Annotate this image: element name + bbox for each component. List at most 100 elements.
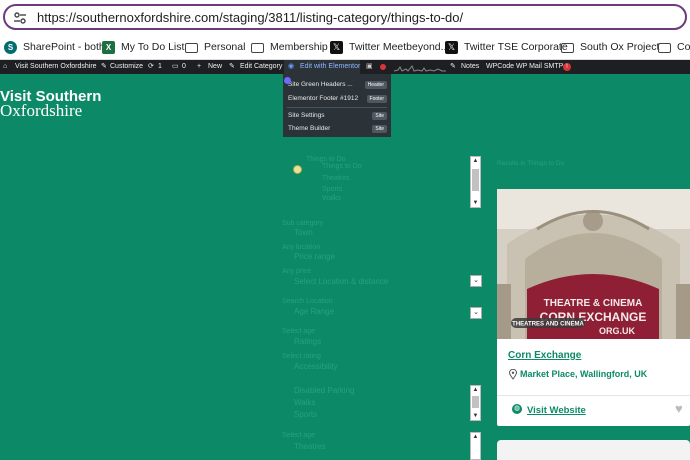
dropdown-item-header[interactable]: Site Green Headers ... Header bbox=[283, 79, 391, 91]
category-listbox-scrollbar[interactable]: ▲ ▼ bbox=[470, 156, 481, 208]
filter-value[interactable]: Ratings bbox=[294, 337, 321, 346]
category-tag: THEATRES AND CINEMA bbox=[512, 322, 584, 328]
bookmark-personal[interactable]: Personal bbox=[185, 38, 245, 56]
bookmark-label: Membership bbox=[270, 41, 328, 53]
bookmarks-bar: S SharePoint - both X My To Do List Pers… bbox=[0, 34, 690, 60]
bookmark-cor[interactable]: Cor bbox=[658, 38, 690, 56]
folder-icon bbox=[658, 42, 671, 53]
filter-option[interactable]: Things to Do bbox=[322, 163, 362, 170]
filter-label: Any location bbox=[282, 244, 321, 251]
bookmark-todo[interactable]: X My To Do List bbox=[102, 38, 184, 56]
accessibility-listbox-scrollbar[interactable]: ▲ ▼ bbox=[470, 385, 481, 421]
admin-customize[interactable]: Customize bbox=[110, 62, 143, 72]
filter-label: Select rating bbox=[282, 353, 321, 360]
scroll-down-icon[interactable]: ▼ bbox=[471, 412, 480, 420]
sharepoint-icon: S bbox=[4, 40, 17, 54]
edit-with-elementor[interactable]: ◉ Edit with Elementor bbox=[284, 60, 360, 74]
distance-select-arrow[interactable]: ⌄ bbox=[470, 307, 482, 319]
yoast-icon[interactable]: ▣ bbox=[366, 62, 373, 72]
activity-graph-icon bbox=[394, 65, 446, 72]
filter-option[interactable]: Sports bbox=[322, 186, 342, 193]
scrollbar-thumb[interactable] bbox=[472, 169, 479, 191]
next-listing-card[interactable] bbox=[497, 440, 690, 460]
bookmark-twitter-tse[interactable]: 𝕏 Twitter TSE Corporate bbox=[445, 38, 568, 56]
bookmark-label: Twitter TSE Corporate bbox=[464, 41, 568, 53]
filter-value[interactable]: Select Location & distance bbox=[294, 277, 388, 286]
scroll-up-icon[interactable]: ▲ bbox=[471, 433, 480, 441]
dropdown-item-label: Site Green Headers ... bbox=[288, 81, 353, 88]
filter-value[interactable]: Disabled Parking bbox=[294, 386, 354, 395]
smtp-alert-badge: ! bbox=[563, 63, 571, 71]
admin-edit-category[interactable]: Edit Category bbox=[240, 62, 282, 72]
elementor-dropdown: Site Green Headers ... Header Elementor … bbox=[283, 74, 391, 137]
listing-title[interactable]: Corn Exchange bbox=[508, 350, 581, 361]
filter-value[interactable]: Town bbox=[294, 228, 313, 237]
admin-new[interactable]: New bbox=[208, 62, 222, 72]
comments-icon[interactable]: ▭ bbox=[172, 62, 179, 72]
listing-image[interactable]: THEATRE & CINEMA CORN EXCHANGE ORG.UK TH… bbox=[497, 189, 690, 339]
filter-label: Any price bbox=[282, 268, 312, 275]
dropdown-item-site-settings[interactable]: Site Settings Site bbox=[283, 110, 391, 122]
dropdown-item-badge: Footer bbox=[366, 95, 387, 103]
admin-site-name[interactable]: Visit Southern Oxfordshire bbox=[15, 62, 97, 72]
filter-value[interactable]: Walks bbox=[294, 398, 315, 407]
admin-wp-mail-smtp[interactable]: WP Mail SMTP bbox=[516, 62, 563, 72]
filter-option[interactable]: Theatres bbox=[322, 175, 350, 182]
filter-label: Sub category bbox=[282, 220, 324, 227]
bookmark-label: Twitter Meetbeyond... bbox=[349, 41, 450, 53]
filter-label: Search Location bbox=[282, 298, 333, 305]
visit-website-link[interactable]: Visit Website bbox=[527, 405, 586, 416]
address-bar-area: https://southernoxfordshire.com/staging/… bbox=[0, 0, 690, 34]
dropdown-item-label: Theme Builder bbox=[288, 125, 331, 132]
bookmark-label: Cor bbox=[677, 41, 690, 53]
notes-icon: ✎ bbox=[450, 63, 456, 70]
filter-option[interactable]: Walks bbox=[322, 195, 341, 202]
bookmark-sharepoint[interactable]: S SharePoint - both bbox=[4, 38, 105, 56]
price-select-arrow[interactable]: ⌄ bbox=[470, 275, 482, 287]
bookmark-label: South Ox Project bbox=[580, 41, 660, 53]
filter-label: Select age bbox=[282, 328, 316, 335]
site-settings-icon[interactable] bbox=[13, 12, 27, 24]
home-icon[interactable]: ⌂ bbox=[3, 62, 7, 72]
results-heading: Results in Things to Do bbox=[497, 160, 565, 167]
folder-icon bbox=[561, 42, 574, 53]
rating-listbox-scrollbar[interactable]: ▲ bbox=[470, 432, 481, 460]
globe-icon: ◍ bbox=[512, 404, 522, 414]
filter-label: Things to Do bbox=[306, 156, 346, 163]
radio-selected[interactable] bbox=[293, 165, 302, 174]
scroll-up-icon[interactable]: ▲ bbox=[471, 157, 480, 165]
dropdown-item-label: Site Settings bbox=[288, 112, 325, 119]
dropdown-item-theme-builder[interactable]: Theme Builder Site bbox=[283, 123, 391, 135]
bookmark-twitter-meetbeyond[interactable]: 𝕏 Twitter Meetbeyond... bbox=[330, 38, 449, 56]
location-pin-icon bbox=[509, 369, 517, 380]
dropdown-item-badge: Site bbox=[372, 112, 387, 120]
updates-count: 1 bbox=[158, 63, 162, 70]
bookmark-south-ox[interactable]: South Ox Project bbox=[561, 38, 659, 56]
folder-icon bbox=[251, 42, 264, 53]
dropdown-item-footer[interactable]: Elementor Footer #1912 Footer bbox=[283, 93, 391, 105]
filter-value[interactable]: Theatres bbox=[294, 442, 326, 451]
filter-value[interactable]: Accessibility bbox=[294, 362, 338, 371]
url-field[interactable]: https://southernoxfordshire.com/staging/… bbox=[3, 4, 687, 30]
admin-notes[interactable]: Notes bbox=[461, 62, 479, 72]
site-logo-line2[interactable]: Oxfordshire bbox=[0, 101, 82, 121]
heart-icon[interactable]: ♥ bbox=[675, 401, 683, 416]
bookmark-label: Personal bbox=[204, 41, 246, 53]
comments-count: 0 bbox=[182, 63, 186, 70]
filter-value[interactable]: Price range bbox=[294, 252, 335, 261]
card-divider bbox=[497, 395, 690, 396]
scroll-up-icon[interactable]: ▲ bbox=[471, 386, 480, 394]
elementor-icon: ◉ bbox=[288, 63, 295, 70]
updates-icon[interactable]: ⟳ bbox=[148, 62, 154, 72]
scroll-down-icon[interactable]: ▼ bbox=[471, 199, 480, 207]
bookmark-membership[interactable]: Membership bbox=[251, 38, 328, 56]
sign-line3: ORG.UK bbox=[599, 326, 636, 336]
admin-wpcode[interactable]: WPCode bbox=[486, 62, 514, 72]
filter-form: Things to Do Things to Do Theatres Sport… bbox=[282, 150, 482, 460]
folder-icon bbox=[185, 42, 198, 53]
dropdown-item-label: Elementor Footer #1912 bbox=[288, 95, 359, 102]
filter-value[interactable]: Sports bbox=[294, 410, 317, 419]
filter-value[interactable]: Age Range bbox=[294, 307, 334, 316]
bookmark-label: My To Do List bbox=[121, 41, 185, 53]
scrollbar-thumb[interactable] bbox=[472, 396, 479, 408]
